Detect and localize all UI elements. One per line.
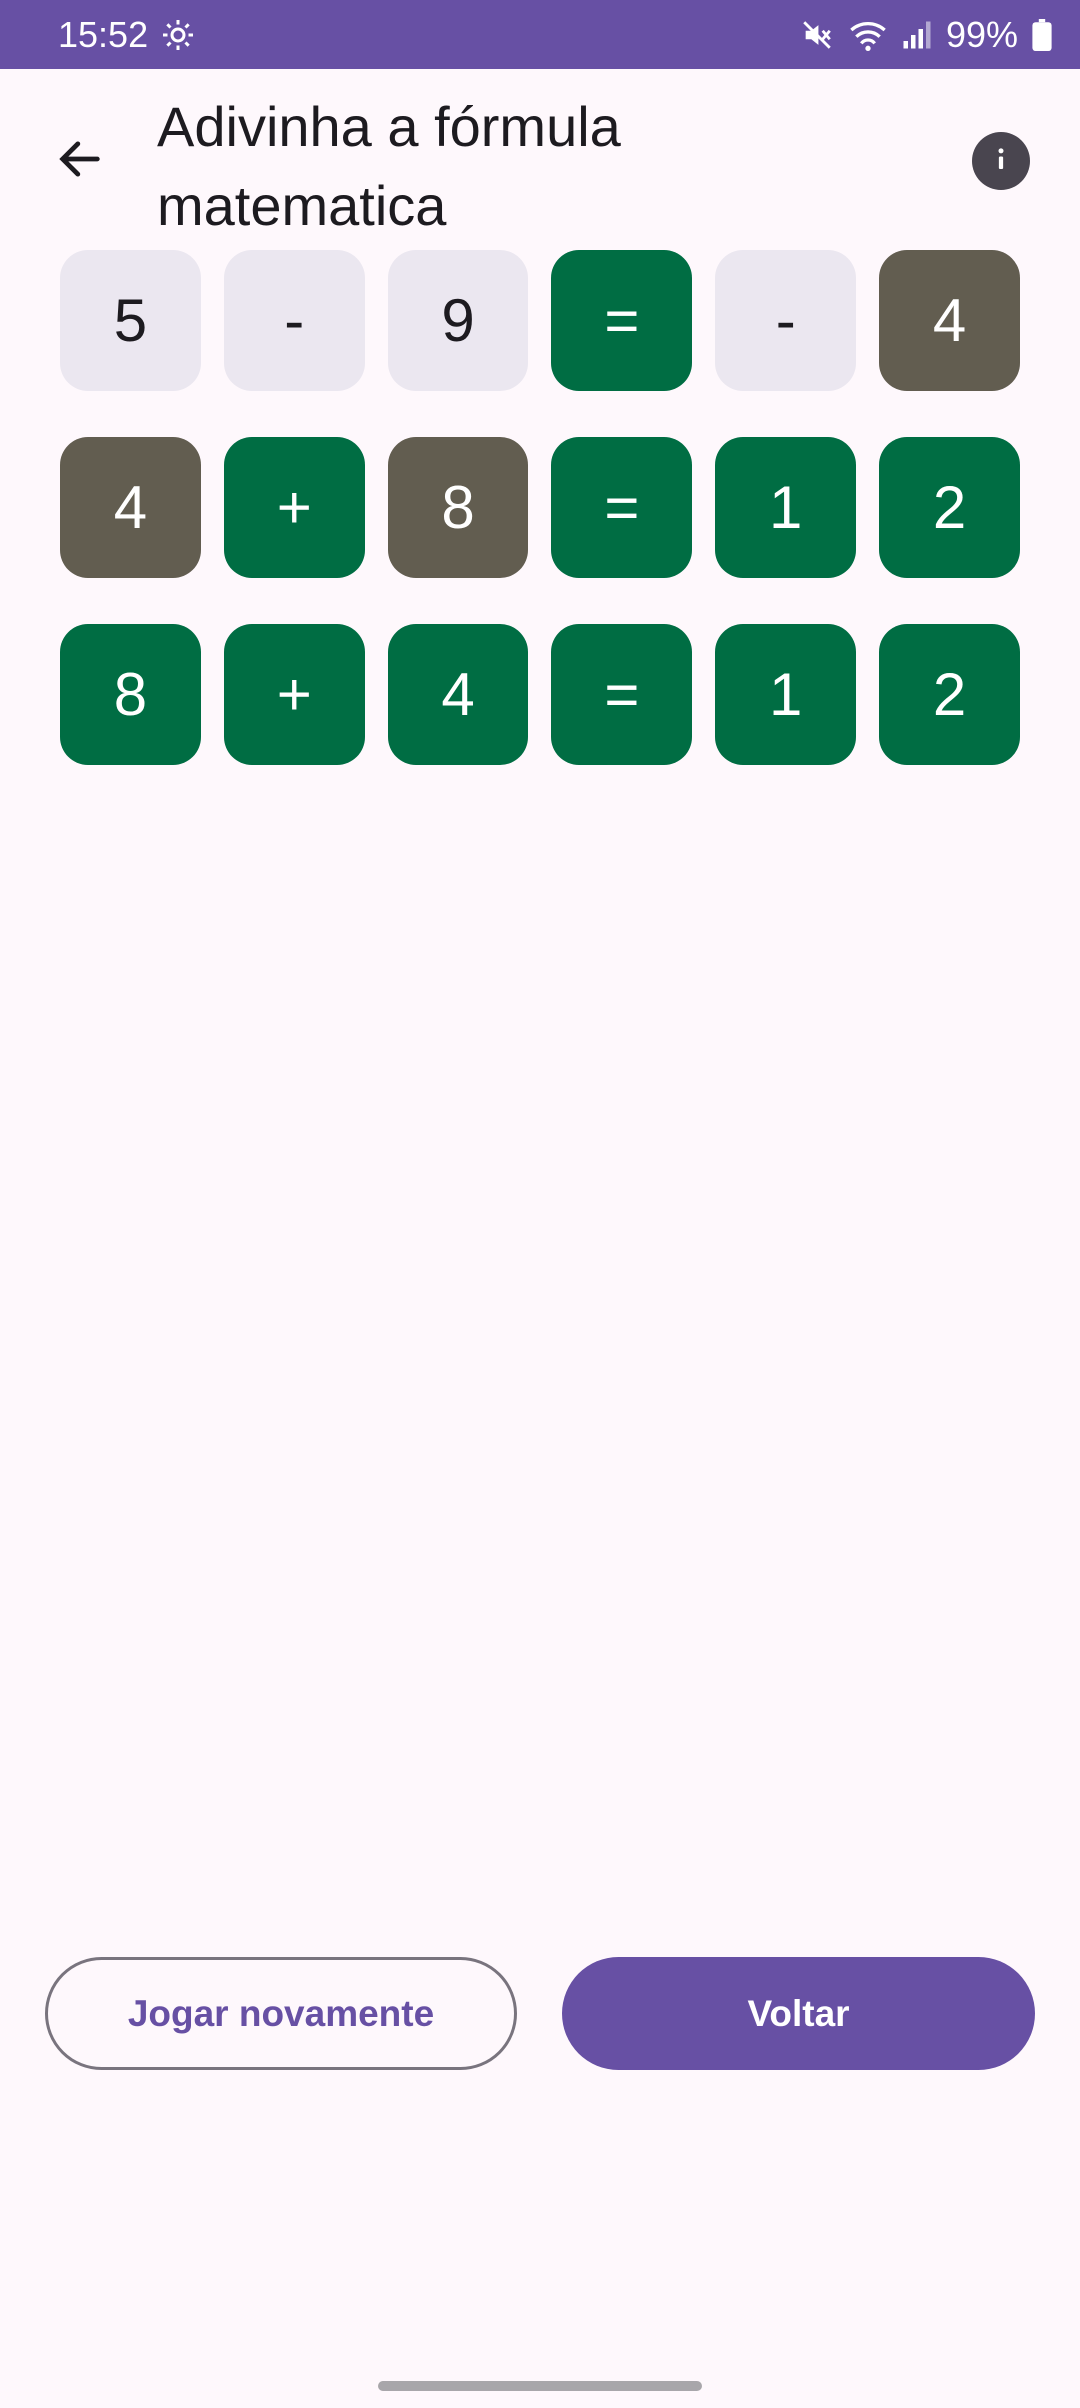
play-again-button[interactable]: Jogar novamente <box>45 1957 517 2070</box>
signal-icon <box>902 19 932 51</box>
home-indicator[interactable] <box>378 2381 702 2391</box>
tile: 4 <box>60 437 201 578</box>
tile: + <box>223 624 365 765</box>
tile: + <box>223 437 365 578</box>
info-button[interactable] <box>972 132 1030 190</box>
settings-icon <box>160 17 196 53</box>
tile: - <box>223 250 365 391</box>
tile: 2 <box>879 624 1020 765</box>
guess-row: 4 + 8 = 1 2 <box>60 437 1020 578</box>
tile: = <box>551 250 693 391</box>
tile: = <box>551 624 693 765</box>
tile: 9 <box>387 250 529 391</box>
tile: 8 <box>60 624 201 765</box>
tile: 2 <box>879 437 1020 578</box>
app-bar: Adivinha a fórmula matematica <box>0 69 1080 249</box>
tile: = <box>551 437 693 578</box>
back-button[interactable] <box>40 121 120 201</box>
guess-board: 5 - 9 = - 4 4 + 8 = 1 2 8 + 4 = 1 2 <box>60 250 1020 811</box>
battery-icon <box>1032 18 1052 51</box>
guess-row: 8 + 4 = 1 2 <box>60 624 1020 765</box>
info-icon <box>986 144 1016 179</box>
tile: 1 <box>715 437 857 578</box>
battery-percentage: 99% <box>945 13 1018 55</box>
mute-icon <box>800 18 834 52</box>
wifi-icon <box>848 18 888 52</box>
tile: 5 <box>60 250 201 391</box>
status-time: 15:52 <box>58 13 149 55</box>
tile: - <box>715 250 857 391</box>
guess-row: 5 - 9 = - 4 <box>60 250 1020 391</box>
action-buttons: Jogar novamente Voltar <box>45 1957 1035 2070</box>
tile: 1 <box>715 624 857 765</box>
tile: 4 <box>387 624 529 765</box>
tile: 4 <box>879 250 1020 391</box>
page-title: Adivinha a fórmula matematica <box>157 95 621 237</box>
back-action-button[interactable]: Voltar <box>562 1957 1035 2070</box>
tile: 8 <box>387 437 529 578</box>
arrow-back-icon <box>54 133 106 190</box>
status-bar: 15:52 99% <box>0 0 1080 69</box>
